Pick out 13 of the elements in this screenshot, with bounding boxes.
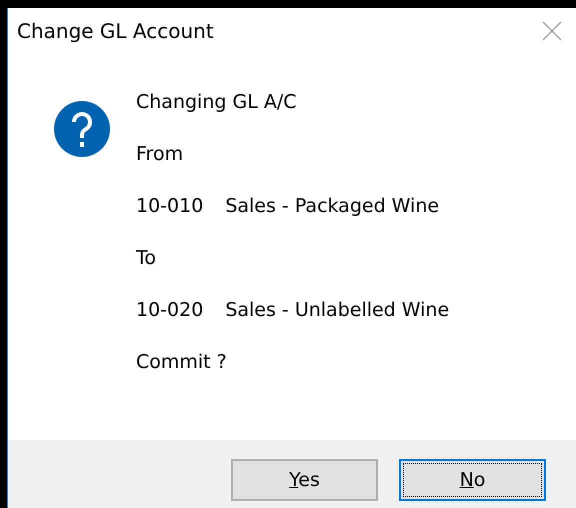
message-line: From — [136, 143, 184, 165]
yes-button[interactable]: Yes — [231, 459, 378, 501]
account-name: Sales - Unlabelled Wine — [225, 299, 450, 321]
question-icon — [54, 101, 110, 157]
message-line: Commit ? — [136, 351, 227, 373]
close-icon[interactable] — [542, 21, 562, 41]
message-line: To — [136, 247, 156, 269]
account-code: 10-020 — [136, 299, 204, 321]
no-button[interactable]: No — [399, 459, 546, 501]
message-line: Changing GL A/C — [136, 91, 296, 113]
account-code: 10-010 — [136, 195, 204, 217]
account-name: Sales - Packaged Wine — [225, 195, 440, 217]
window-title: Change GL Account — [17, 19, 214, 43]
